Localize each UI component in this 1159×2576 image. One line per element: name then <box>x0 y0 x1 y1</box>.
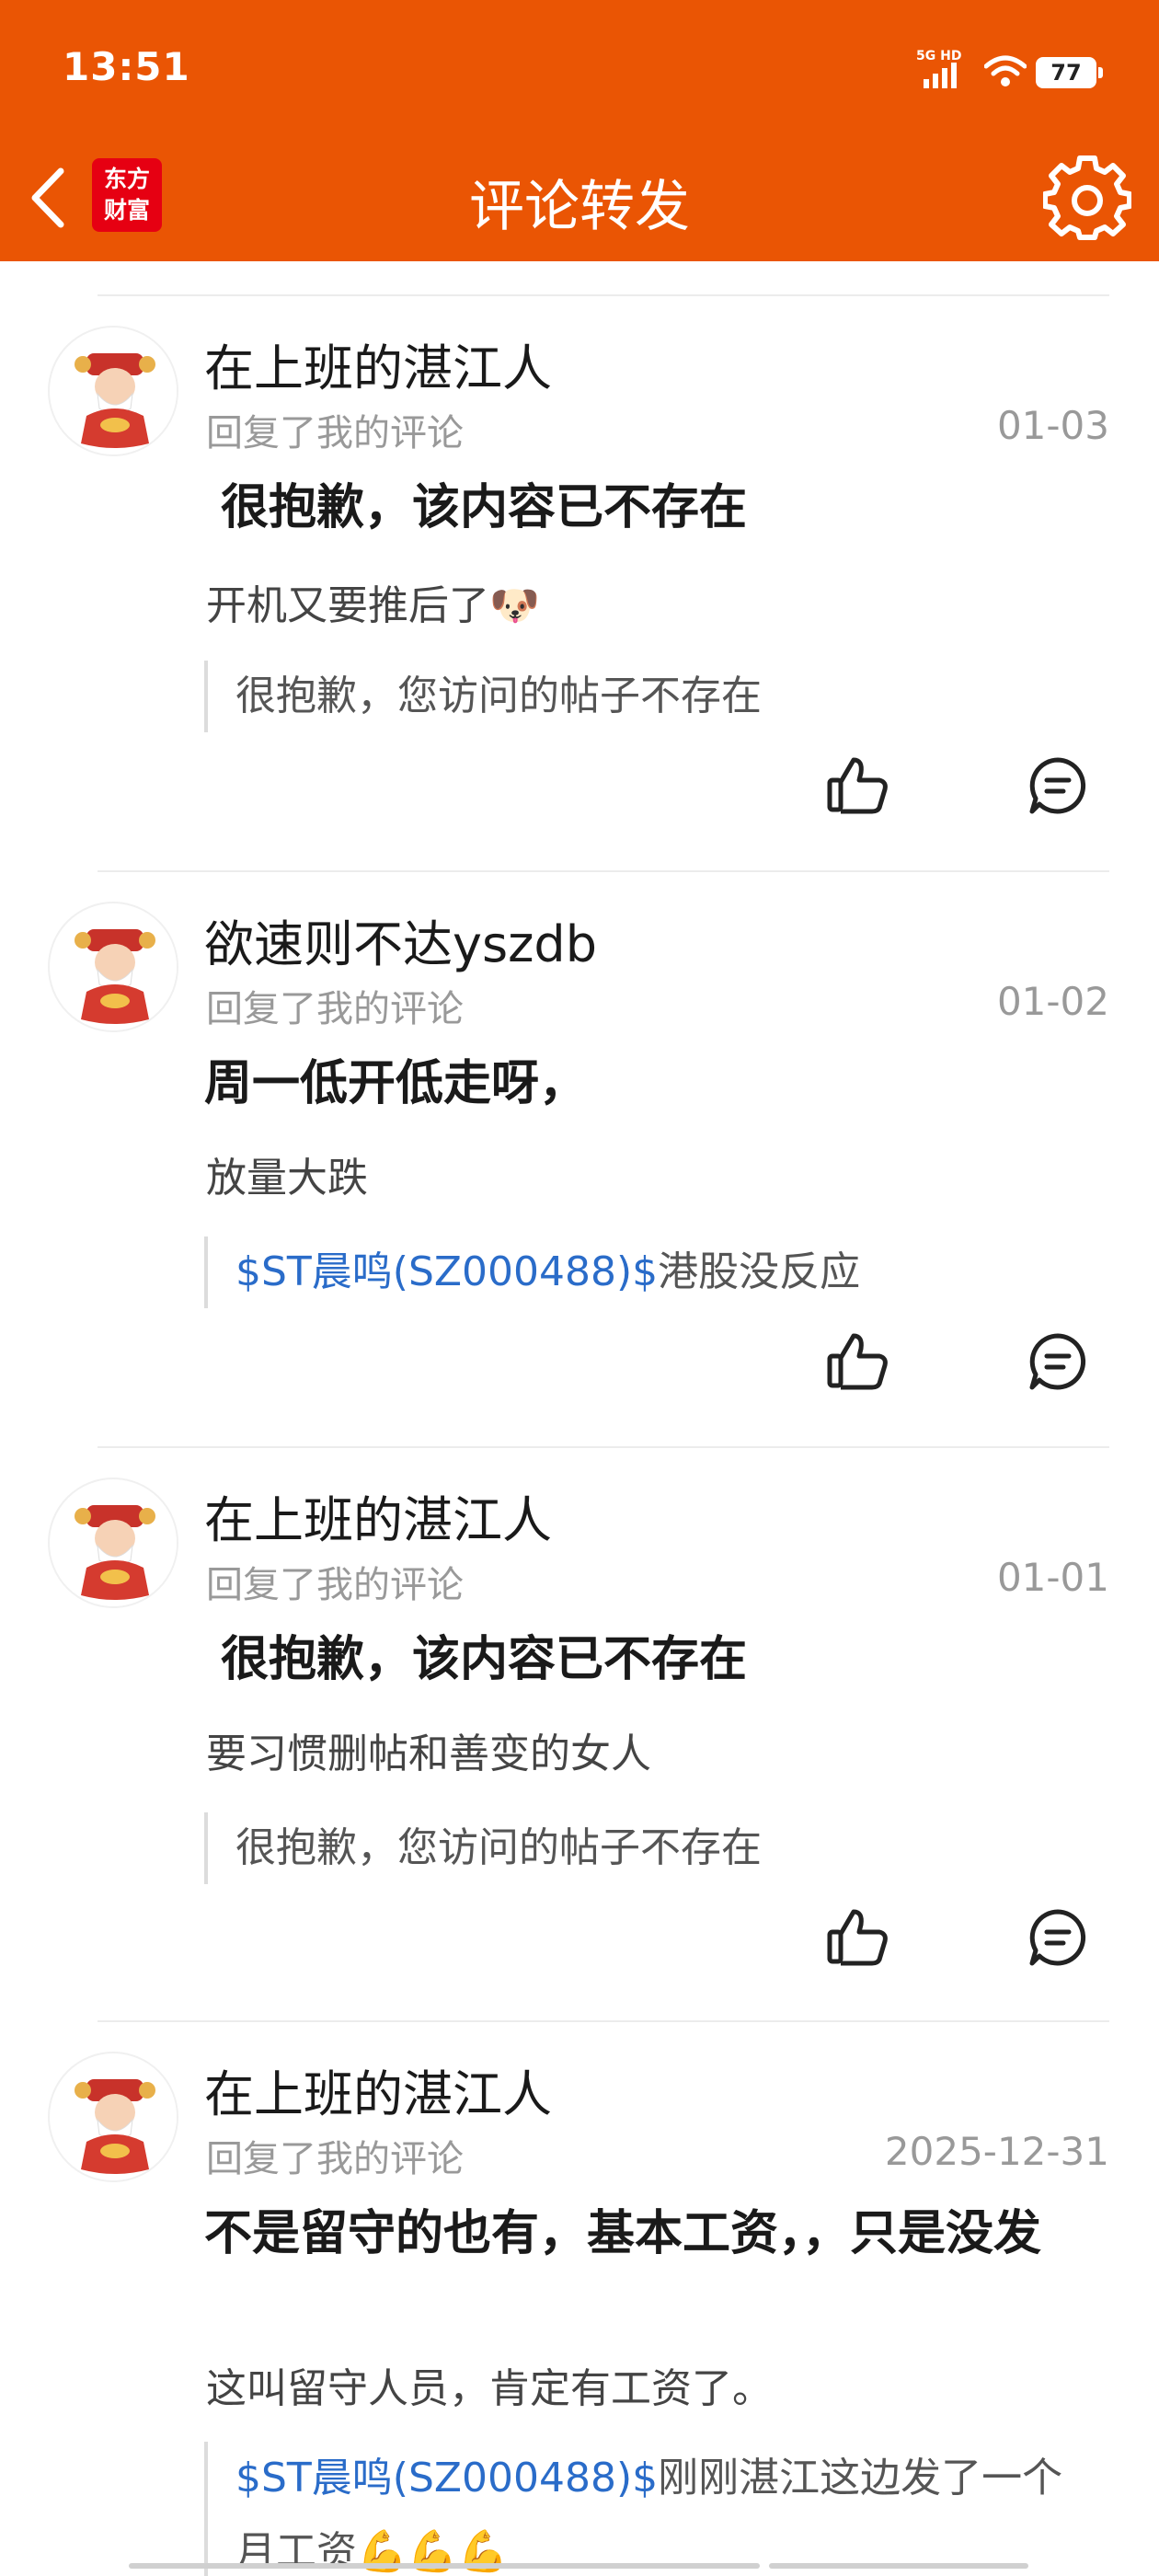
reply-text[interactable]: 要习惯删帖和善变的女人 <box>206 1720 651 1779</box>
fortune-god-avatar-icon <box>51 2054 177 2180</box>
cellular-signal-icon: 5G HD <box>916 50 971 90</box>
timestamp: 01-03 <box>996 403 1109 448</box>
comment-text[interactable]: 周一低开低走呀， <box>204 1054 1106 1113</box>
quoted-post[interactable]: $ST晨鸣(SZ000488)$港股没反应 <box>204 1236 1115 1308</box>
status-bar: 13:51 5G HD 77 <box>0 0 1159 138</box>
thumbs-up-icon <box>827 757 888 814</box>
battery-icon: 77 <box>1036 57 1103 88</box>
comment-button[interactable] <box>1027 754 1089 817</box>
avatar[interactable] <box>48 326 178 456</box>
avatar[interactable] <box>48 2052 178 2182</box>
stock-link[interactable]: $ST晨鸣(SZ000488)$ <box>235 1248 658 1295</box>
feed-item[interactable]: 欲速则不达yszdb 回复了我的评论 01-02 周一低开低走呀， 放量大跌 $… <box>0 872 1159 1448</box>
like-button[interactable] <box>824 753 890 819</box>
quoted-post[interactable]: 很抱歉，您访问的帖子不存在 <box>204 661 1115 732</box>
fortune-god-avatar-icon <box>51 328 177 454</box>
quoted-text: 港股没反应 <box>658 1248 861 1295</box>
avatar[interactable] <box>48 902 178 1032</box>
quoted-text: 很抱歉，您访问的帖子不存在 <box>235 1824 762 1871</box>
like-button[interactable] <box>824 1904 890 1971</box>
settings-button[interactable] <box>1042 155 1132 243</box>
status-time: 13:51 <box>63 44 190 89</box>
page-title: 评论转发 <box>469 175 690 239</box>
wifi-icon <box>983 55 1027 92</box>
action-text: 回复了我的评论 <box>206 1564 464 1606</box>
comment-button[interactable] <box>1027 1906 1089 1969</box>
comment-text[interactable]: 很抱歉，该内容已不存在 <box>221 478 1122 537</box>
username[interactable]: 在上班的湛江人 <box>204 328 552 400</box>
nav-bar: 东方 财富 评论转发 <box>0 138 1159 261</box>
fortune-god-avatar-icon <box>51 1480 177 1606</box>
feed-item[interactable]: 在上班的湛江人 回复了我的评论 2025-12-31 不是留守的也有，基本工资，… <box>0 2022 1159 2576</box>
timestamp: 2025-12-31 <box>884 2129 1109 2174</box>
feed-item[interactable]: 在上班的湛江人 回复了我的评论 01-03 很抱歉，该内容已不存在 开机又要推后… <box>0 296 1159 872</box>
horizontal-scroll-indicator <box>769 2563 1028 2569</box>
comment-bubble-icon <box>1029 1333 1086 1390</box>
fortune-god-avatar-icon <box>51 904 177 1030</box>
reply-text[interactable]: 开机又要推后了🐶 <box>206 572 540 631</box>
app-header: 13:51 5G HD 77 东方 财富 评论转发 <box>0 0 1159 261</box>
thumbs-up-icon <box>827 1909 888 1966</box>
comment-text[interactable]: 很抱歉，该内容已不存在 <box>221 1630 1122 1689</box>
timestamp: 01-01 <box>996 1555 1109 1600</box>
battery-level: 77 <box>1050 60 1082 86</box>
gear-icon <box>1042 155 1132 240</box>
action-text: 回复了我的评论 <box>206 2138 464 2180</box>
quoted-post[interactable]: $ST晨鸣(SZ000488)$刚刚湛江这边发了一个月工资💪💪💪 <box>204 2442 1087 2576</box>
timestamp: 01-02 <box>996 979 1109 1024</box>
feed-item[interactable]: 在上班的湛江人 回复了我的评论 01-01 很抱歉，该内容已不存在 要习惯删帖和… <box>0 1448 1159 2024</box>
dog-emoji-icon: 🐶 <box>489 582 540 629</box>
username[interactable]: 在上班的湛江人 <box>204 2053 552 2126</box>
thumbs-up-icon <box>827 1333 888 1390</box>
comment-feed[interactable]: 在上班的湛江人 回复了我的评论 01-03 很抱歉，该内容已不存在 开机又要推后… <box>0 261 1159 2576</box>
comment-text[interactable]: 不是留守的也有，基本工资，，只是没发 <box>204 2204 1087 2263</box>
username[interactable]: 欲速则不达yszdb <box>204 903 597 976</box>
horizontal-scroll-indicator <box>129 2563 760 2569</box>
username[interactable]: 在上班的湛江人 <box>204 1479 552 1552</box>
avatar[interactable] <box>48 1478 178 1608</box>
reply-text[interactable]: 放量大跌 <box>206 1144 368 1203</box>
stock-link[interactable]: $ST晨鸣(SZ000488)$ <box>235 2455 658 2501</box>
quoted-post[interactable]: 很抱歉，您访问的帖子不存在 <box>204 1812 1115 1884</box>
reply-text[interactable]: 这叫留守人员，肯定有工资了。 <box>206 2355 773 2414</box>
action-text: 回复了我的评论 <box>206 988 464 1030</box>
comment-bubble-icon <box>1029 757 1086 814</box>
comment-bubble-icon <box>1029 1909 1086 1966</box>
comment-button[interactable] <box>1027 1330 1089 1393</box>
like-button[interactable] <box>824 1328 890 1395</box>
action-text: 回复了我的评论 <box>206 412 464 454</box>
quoted-text: 很抱歉，您访问的帖子不存在 <box>235 673 762 719</box>
